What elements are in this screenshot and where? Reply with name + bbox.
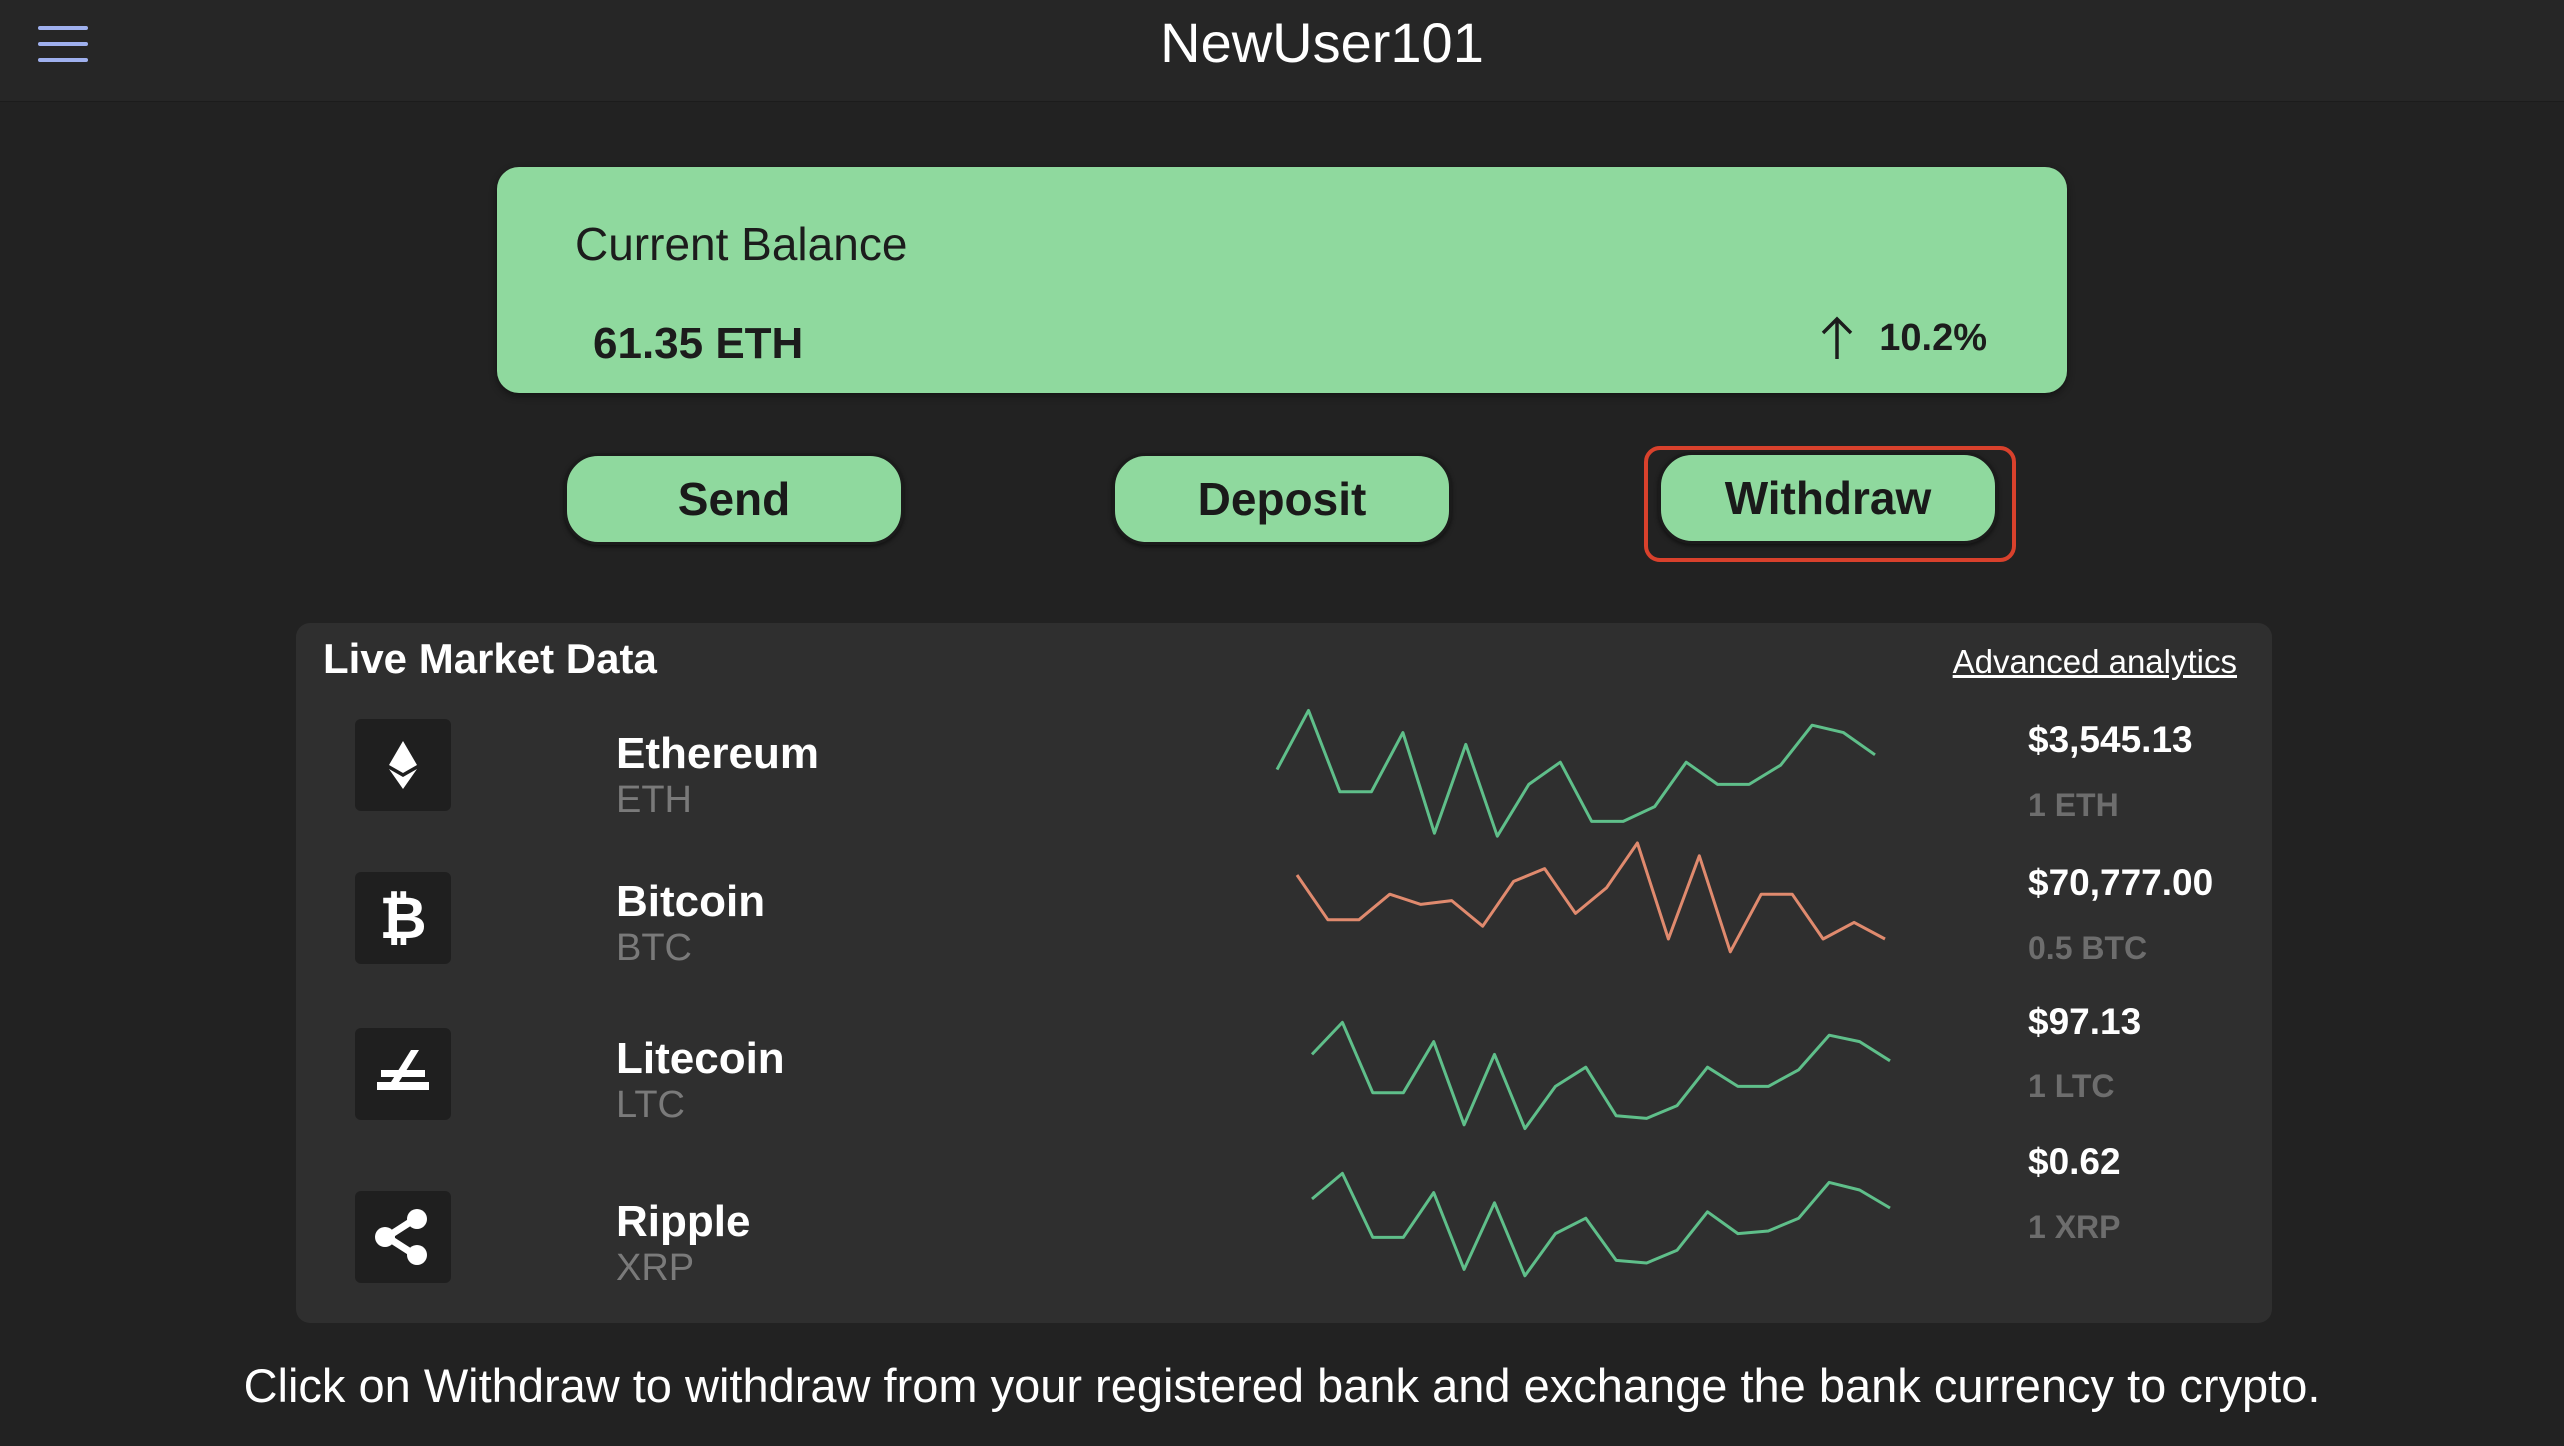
- balance-change: 10.2%: [1817, 315, 1987, 361]
- balance-card: Current Balance 61.35 ETH 10.2%: [497, 167, 2067, 393]
- coin-name: Bitcoin: [616, 877, 766, 926]
- coin-name: Ethereum: [616, 729, 819, 778]
- sparkline-litecoin: [1310, 1020, 1891, 1131]
- instruction-text: Click on Withdraw to withdraw from your …: [243, 1359, 2321, 1412]
- page-title: NewUser101: [1160, 11, 1484, 74]
- coin-symbol: BTC: [616, 927, 692, 969]
- coin-row-ethereum[interactable]: Ethereum ETH $3,545.13 1 ETH: [296, 708, 2272, 869]
- coin-name: Litecoin: [616, 1034, 785, 1083]
- coin-row-ripple[interactable]: Ripple XRP $0.62 1 XRP: [296, 1141, 2272, 1341]
- balance-label: Current Balance: [575, 218, 908, 270]
- coin-price: $97.13: [2028, 1001, 2142, 1042]
- send-button[interactable]: Send: [564, 453, 904, 545]
- svg-text:₿: ₿: [379, 886, 426, 950]
- coin-name: Ripple: [616, 1197, 751, 1246]
- coin-holding: 0.5 BTC: [2028, 930, 2148, 966]
- coin-holding: 1 LTC: [2028, 1068, 2115, 1104]
- ripple-icon: [355, 1191, 451, 1283]
- sparkline-ripple: [1311, 1171, 1891, 1278]
- coin-symbol: LTC: [616, 1084, 685, 1126]
- coin-holding: 1 XRP: [2028, 1209, 2121, 1245]
- sparkline-path: [1311, 1171, 1891, 1278]
- arrow-up-icon: [1822, 316, 1853, 359]
- ethereum-icon: [355, 719, 451, 811]
- market-title: Live Market Data: [323, 635, 657, 682]
- coin-row-litecoin[interactable]: Litecoin LTC $97.13 1 LTC: [296, 1001, 2272, 1178]
- sparkline-path: [1295, 841, 1886, 954]
- coin-holding: 1 ETH: [2028, 787, 2119, 823]
- deposit-button[interactable]: Deposit: [1112, 453, 1452, 545]
- sparkline-path: [1275, 708, 1876, 838]
- coin-price: $70,777.00: [2028, 862, 2214, 903]
- balance-value: 61.35 ETH: [593, 319, 804, 368]
- litecoin-icon: [355, 1028, 451, 1120]
- coin-price: $0.62: [2028, 1141, 2121, 1182]
- coin-symbol: ETH: [616, 779, 692, 821]
- coin-symbol: XRP: [616, 1247, 695, 1289]
- market-panel: Live Market Data Advanced analytics Ethe…: [296, 623, 2272, 1323]
- advanced-analytics-link[interactable]: Advanced analytics: [1953, 643, 2237, 681]
- balance-change-value: 10.2%: [1879, 316, 1987, 359]
- sparkline-bitcoin: [1295, 841, 1886, 954]
- coin-price: $3,545.13: [2028, 719, 2193, 760]
- coin-row-bitcoin[interactable]: ₿ Bitcoin BTC $70,777.00 0.5 BTC: [296, 841, 2272, 1022]
- withdraw-button[interactable]: Withdraw: [1658, 452, 1998, 544]
- bitcoin-icon: ₿: [355, 872, 451, 964]
- sparkline-ethereum: [1275, 708, 1876, 838]
- top-bar: NewUser101: [0, 0, 2564, 102]
- sparkline-path: [1310, 1020, 1891, 1131]
